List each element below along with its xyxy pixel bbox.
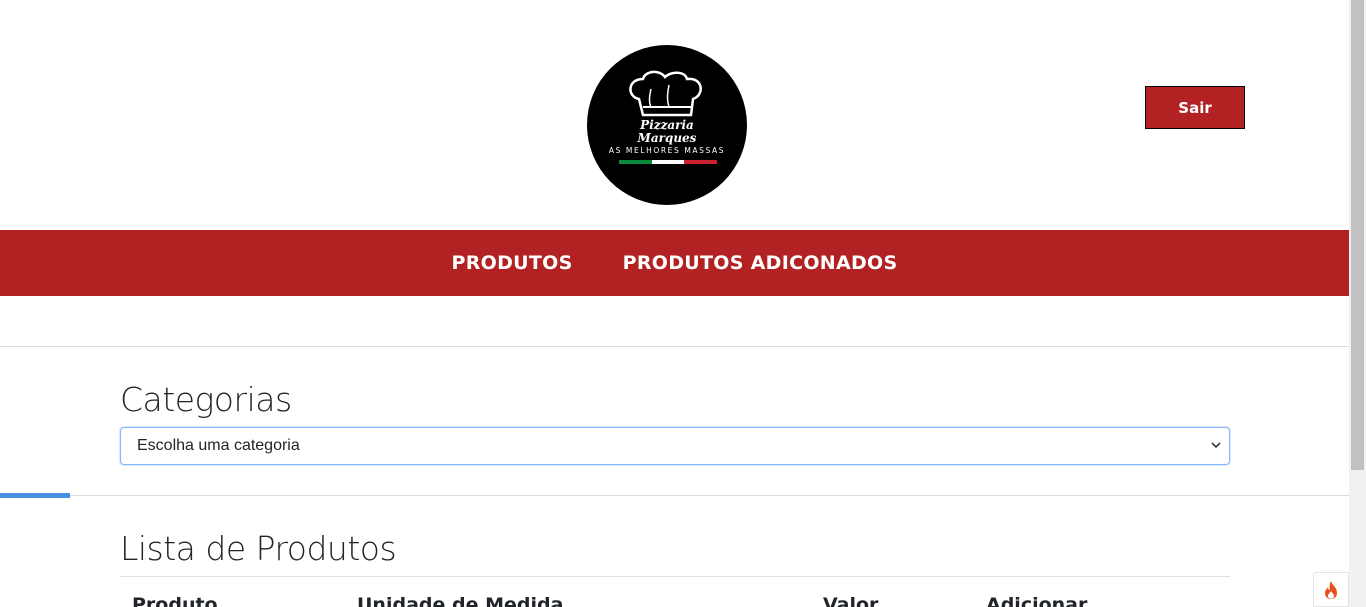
loading-progress-bar (0, 493, 70, 498)
products-title: Lista de Produtos (120, 529, 397, 568)
scrollbar-thumb[interactable] (1351, 0, 1364, 470)
divider (0, 495, 1349, 496)
column-header-adicionar: Adicionar (986, 594, 1088, 607)
fire-icon (1325, 580, 1337, 599)
logo-name: Pizzaria Marques (587, 119, 747, 145)
floating-fire-button[interactable] (1313, 572, 1349, 607)
table-top-border (120, 576, 1230, 577)
column-header-valor: Valor (823, 594, 879, 607)
site-header: Pizzaria Marques AS MELHORES MASSAS Sair (0, 0, 1349, 230)
page-scrollbar[interactable] (1349, 0, 1366, 607)
chevron-down-icon (1211, 442, 1221, 449)
main-nav: PRODUTOS PRODUTOS ADICONADOS (0, 230, 1349, 296)
logo-tagline: AS MELHORES MASSAS (608, 146, 726, 155)
divider (0, 346, 1349, 347)
nav-link-produtos[interactable]: PRODUTOS (452, 252, 573, 274)
category-select-value: Escolha uma categoria (137, 437, 300, 454)
nav-link-produtos-adicionados[interactable]: PRODUTOS ADICONADOS (623, 252, 898, 274)
logout-button[interactable]: Sair (1145, 86, 1245, 129)
column-header-produto: Produto (132, 594, 218, 607)
categories-title: Categorias (120, 380, 292, 419)
column-header-unidade: Unidade de Medida (357, 594, 564, 607)
pizzaria-logo[interactable]: Pizzaria Marques AS MELHORES MASSAS (587, 45, 747, 205)
category-select[interactable]: Escolha uma categoria (120, 427, 1230, 465)
logo-line: Marques (637, 131, 697, 145)
